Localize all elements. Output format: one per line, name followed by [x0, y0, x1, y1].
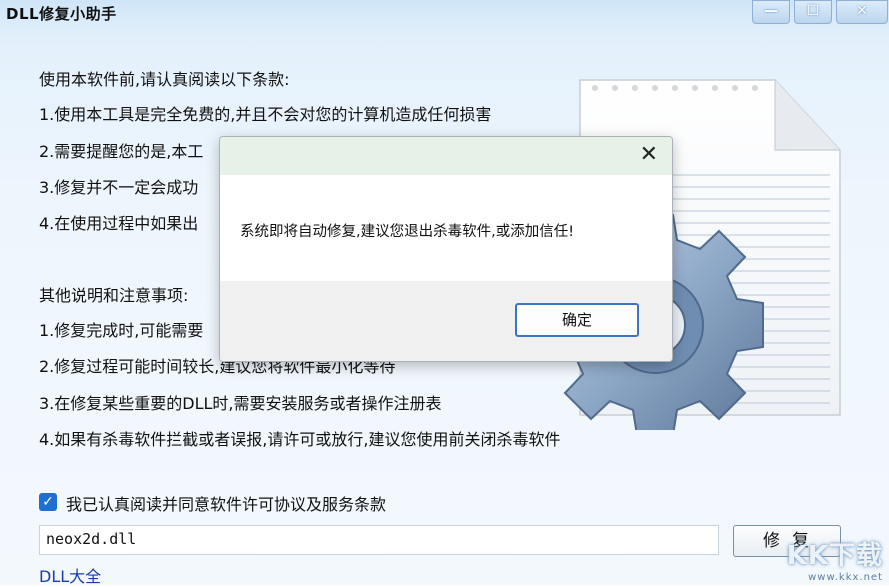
confirm-dialog: ✕ 系统即将自动修复,建议您退出杀毒软件,或添加信任! 确定 [219, 136, 673, 362]
notes-heading: 其他说明和注意事项: [39, 286, 189, 305]
notes-item: 4.如果有杀毒软件拦截或者误报,请许可或放行,建议您使用前关闭杀毒软件 [39, 430, 561, 449]
dialog-message: 系统即将自动修复,建议您退出杀毒软件,或添加信任! [240, 224, 575, 240]
watermark-logo: KK下载 [786, 541, 883, 571]
terms-item: 3.修复并不一定会成功 [39, 178, 199, 197]
close-button[interactable]: ✕ [836, 0, 888, 24]
terms-item: 2.需要提醒您的是,本工 [39, 142, 204, 161]
agree-label[interactable]: 我已认真阅读并同意软件许可协议及服务条款 [66, 491, 386, 515]
watermark-url: www.kkx.net [808, 572, 883, 583]
main-window: DLL修复小助手 — ☐ ✕ 使用本软件前,请认真阅读以下条款: 1.使用本工具… [0, 0, 889, 587]
title-bar: DLL修复小助手 — ☐ ✕ [0, 0, 889, 28]
dll-name-input[interactable]: neox2d.dll [39, 525, 719, 555]
minimize-button[interactable]: — [752, 0, 790, 24]
dialog-header: ✕ [220, 137, 672, 175]
maximize-button[interactable]: ☐ [794, 0, 832, 24]
notes-item: 3.在修复某些重要的DLL时,需要安装服务或者操作注册表 [39, 394, 442, 413]
dialog-close-icon[interactable]: ✕ [640, 143, 658, 167]
notes-item: 1.修复完成时,可能需要 [39, 321, 204, 340]
watermark: KK下载 www.kkx.net [787, 535, 883, 583]
agree-checkbox[interactable]: ✓ [39, 493, 57, 511]
ok-button[interactable]: 确定 [515, 303, 639, 337]
window-title: DLL修复小助手 [6, 5, 117, 23]
terms-item: 4.在使用过程中如果出 [39, 214, 199, 233]
terms-item: 1.使用本工具是完全免费的,并且不会对您的计算机造成任何损害 [39, 105, 492, 124]
terms-heading: 使用本软件前,请认真阅读以下条款: [39, 70, 290, 89]
dll-list-link[interactable]: DLL大全 [39, 563, 101, 587]
